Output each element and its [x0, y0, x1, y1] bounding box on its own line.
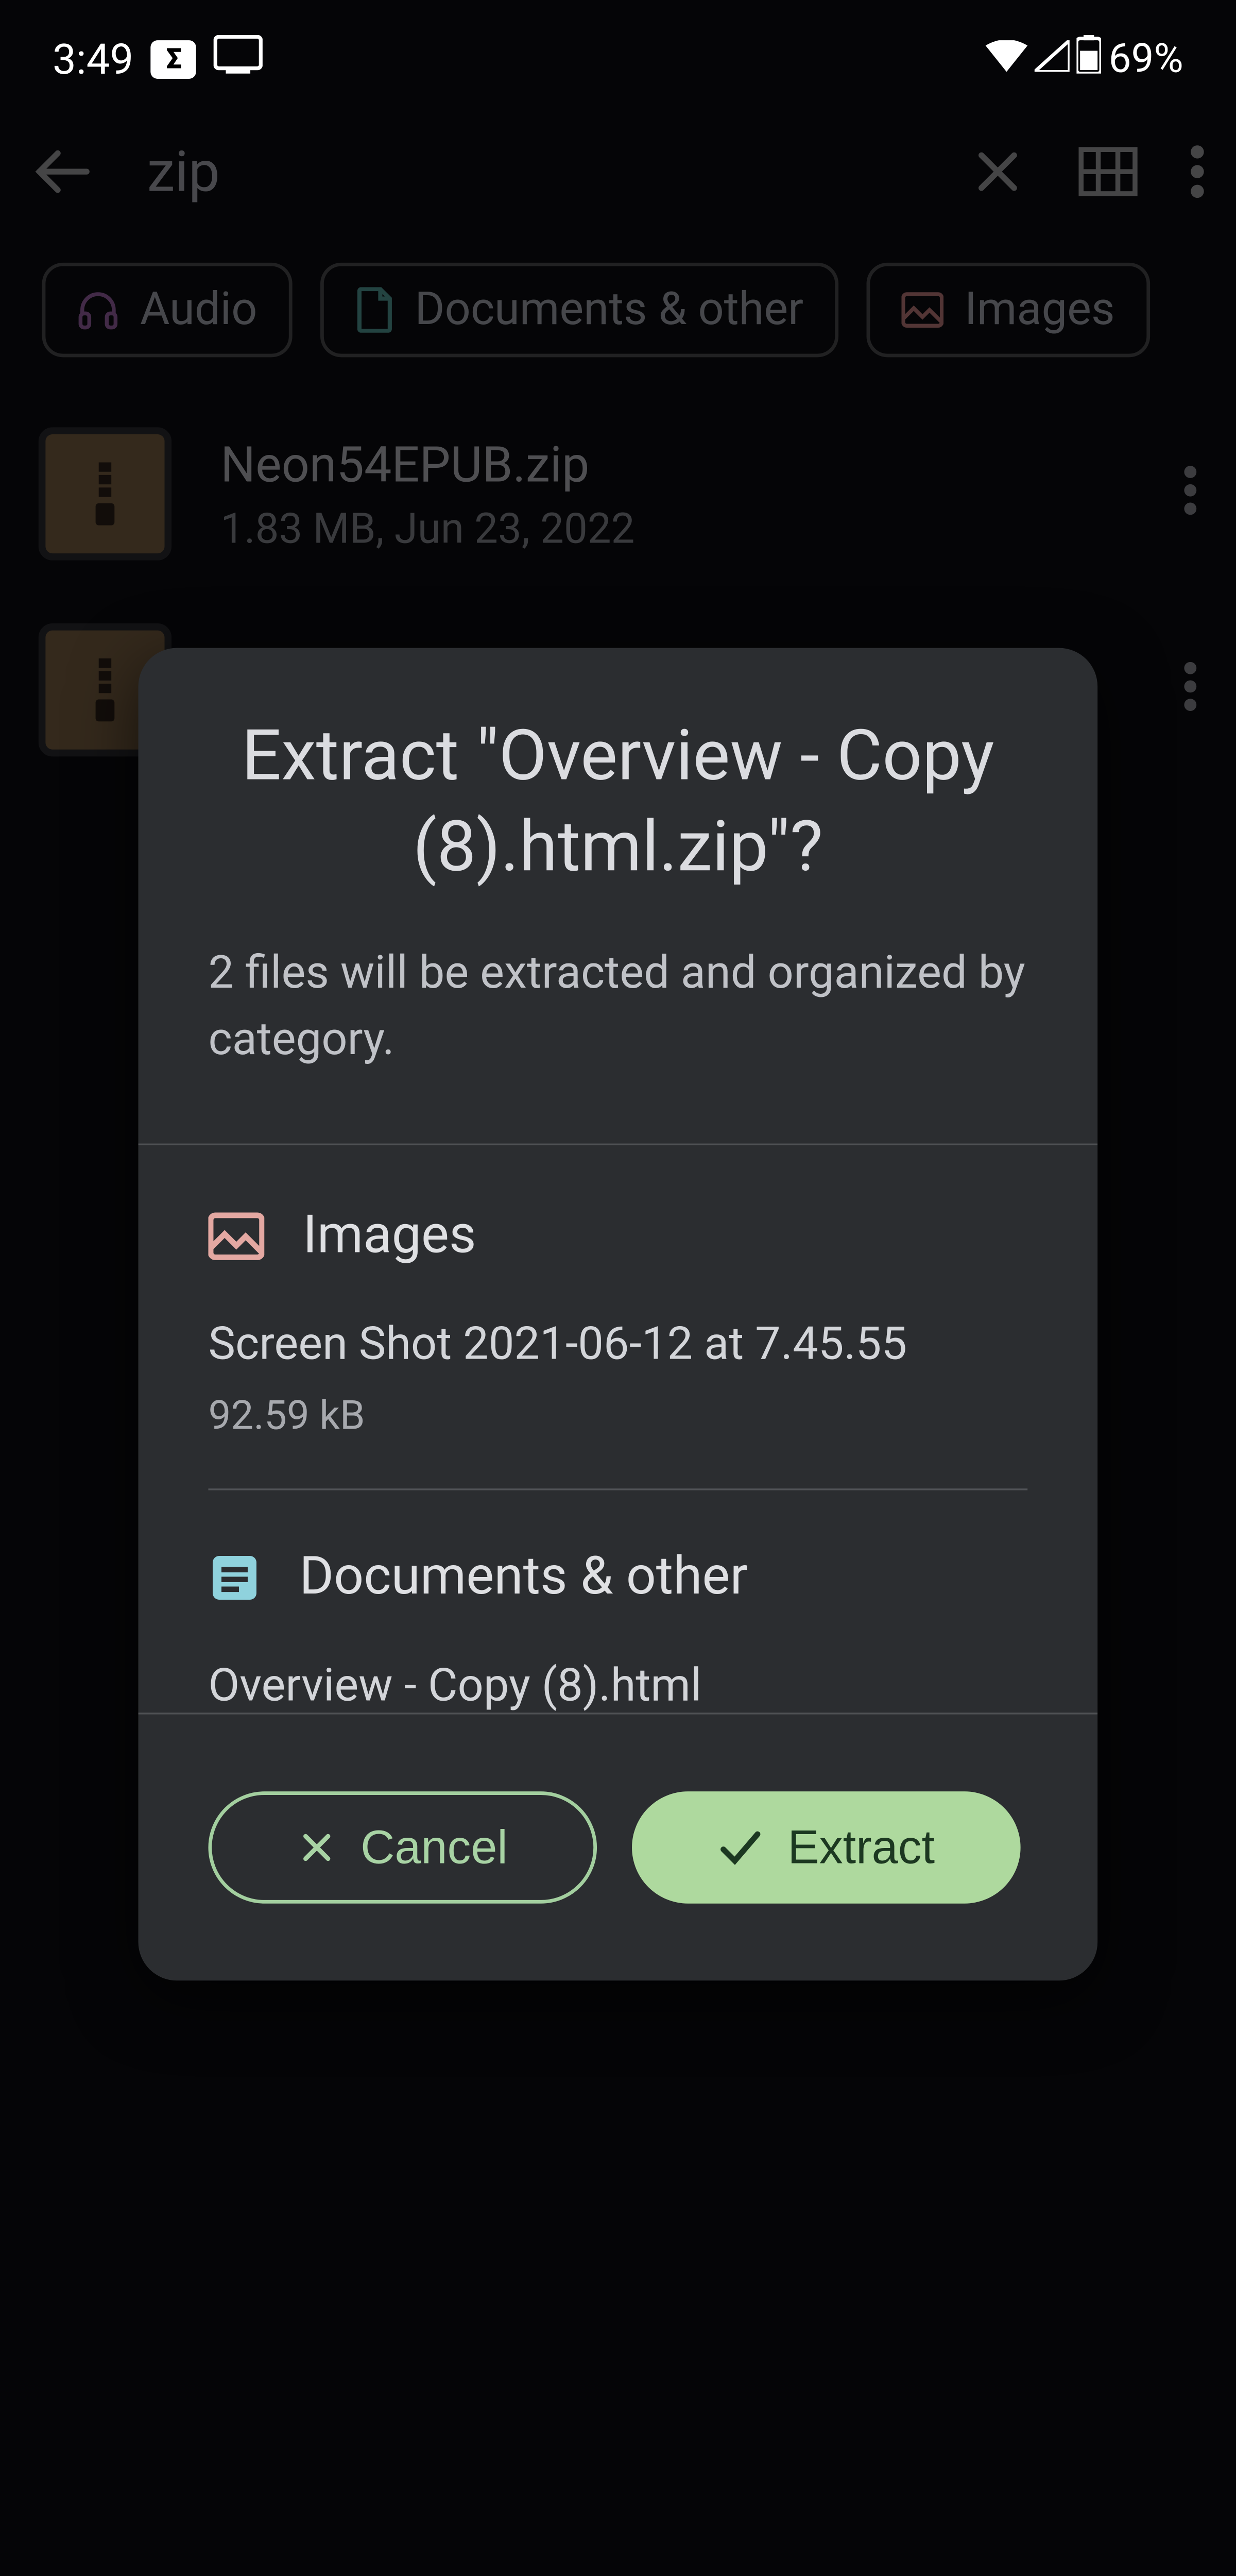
document-icon: [208, 1551, 261, 1604]
section-item-size: 92.59 kB: [208, 1393, 1027, 1440]
cancel-button[interactable]: Cancel: [208, 1792, 597, 1904]
button-label: Cancel: [360, 1821, 508, 1875]
check-icon: [718, 1829, 763, 1868]
section-label: Images: [303, 1206, 476, 1267]
dialog-title: Extract "Overview - Copy (8).html.zip"?: [208, 711, 1027, 893]
section-docs-header: Documents & other: [208, 1547, 1027, 1608]
close-icon: [298, 1829, 336, 1868]
divider: [208, 1489, 1027, 1490]
dialog-body[interactable]: Images Screen Shot 2021-06-12 at 7.45.55…: [139, 1146, 1098, 1715]
dialog-subtitle: 2 files will be extracted and organized …: [208, 942, 1027, 1074]
section-label: Documents & other: [299, 1547, 748, 1608]
dialog-header: Extract "Overview - Copy (8).html.zip"? …: [139, 648, 1098, 1146]
extract-button[interactable]: Extract: [632, 1792, 1021, 1904]
modal-overlay: Extract "Overview - Copy (8).html.zip"? …: [0, 0, 1236, 2576]
section-item-name: Overview - Copy (8).html: [208, 1661, 1027, 1714]
image-icon: [208, 1212, 264, 1261]
phone-screen: 3:49 Σ 69% zip: [0, 0, 1236, 2576]
button-label: Extract: [787, 1821, 935, 1875]
dialog-actions: Cancel Extract: [139, 1715, 1098, 1981]
section-item-name: Screen Shot 2021-06-12 at 7.45.55: [208, 1319, 1027, 1372]
section-images-header: Images: [208, 1206, 1027, 1267]
extract-dialog: Extract "Overview - Copy (8).html.zip"? …: [139, 648, 1098, 1981]
